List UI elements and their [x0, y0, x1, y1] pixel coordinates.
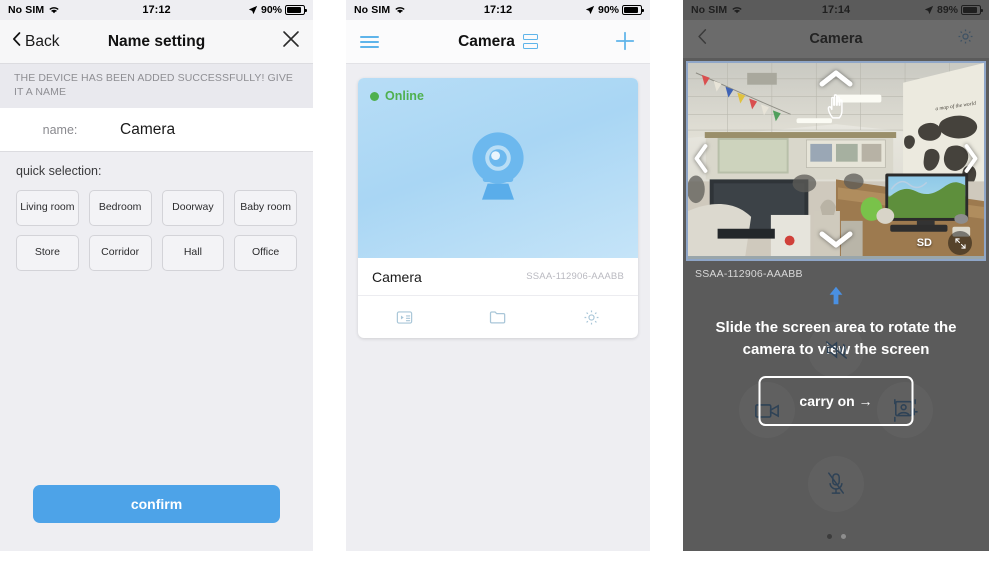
- location-arrow-icon: [248, 5, 258, 15]
- wifi-icon: [731, 5, 743, 15]
- location-arrow-icon: [924, 5, 934, 15]
- pan-up-button[interactable]: [819, 69, 853, 92]
- back-button[interactable]: [697, 29, 707, 49]
- quality-badge[interactable]: SD: [917, 237, 932, 249]
- folder-icon[interactable]: [451, 307, 544, 327]
- live-video-view[interactable]: a map of the world SD: [686, 61, 986, 261]
- close-icon[interactable]: [281, 29, 301, 54]
- device-uid-row: SSAA-112906-AAABB: [683, 261, 989, 287]
- camera-card-actions: [358, 296, 638, 338]
- quick-option-store[interactable]: Store: [16, 235, 79, 271]
- battery-percent-label: 89%: [936, 4, 958, 16]
- status-bar-right: 90%: [248, 4, 307, 16]
- page-title: Camera: [809, 31, 863, 47]
- quick-option-living-room[interactable]: Living room: [16, 190, 79, 226]
- chevron-up-icon: [819, 70, 853, 87]
- status-bar: No SIM 17:12 90%: [0, 0, 313, 20]
- navigation-bar: Camera: [346, 20, 650, 64]
- quick-selection-grid: Living room Bedroom Doorway Baby room St…: [16, 190, 297, 271]
- quick-option-hall[interactable]: Hall: [161, 235, 225, 271]
- chevron-left-icon: [12, 32, 21, 51]
- navigation-bar: Camera: [683, 20, 989, 58]
- phone-screen-camera-list: No SIM 17:12 90% Camera Online Camera SS…: [346, 0, 650, 551]
- battery-percent-label: 90%: [260, 4, 282, 16]
- pan-left-button[interactable]: [693, 144, 709, 179]
- status-bar-right: 89%: [924, 4, 983, 16]
- battery-icon: [285, 5, 307, 15]
- camera-card-info: Camera SSAA-112906-AAABB: [358, 258, 638, 296]
- phone-screen-name-setting: No SIM 17:12 90% Back Name setting THE D…: [0, 0, 313, 551]
- hand-pointer-icon: [825, 91, 847, 126]
- name-input[interactable]: Camera: [120, 121, 175, 139]
- confirm-button-area: confirm: [0, 485, 313, 523]
- playback-list-icon[interactable]: [358, 308, 451, 327]
- status-bar: No SIM 17:12 90%: [346, 0, 650, 20]
- quick-option-corridor[interactable]: Corridor: [88, 235, 152, 271]
- page-indicator: [683, 534, 989, 539]
- wifi-icon: [394, 5, 406, 15]
- name-input-row[interactable]: name: Camera: [0, 108, 313, 152]
- back-label: Back: [25, 32, 60, 50]
- back-button[interactable]: Back: [12, 32, 59, 51]
- tutorial-arrow-icon: [683, 285, 989, 311]
- page-title: Camera: [458, 32, 515, 50]
- wifi-icon: [48, 5, 60, 15]
- phone-screen-live-view: No SIM 17:14 89% Camera a map of the wor…: [683, 0, 989, 551]
- status-bar-right: 90%: [585, 4, 644, 16]
- camera-card[interactable]: Online Camera SSAA-112906-AAABB: [358, 78, 638, 338]
- name-label: name:: [42, 122, 78, 137]
- camera-uid: SSAA-112906-AAABB: [526, 271, 624, 282]
- camera-device-icon: [462, 126, 534, 211]
- chevron-down-icon: [819, 231, 853, 248]
- camera-name: Camera: [372, 268, 422, 285]
- title-group: Camera: [346, 33, 650, 51]
- plus-icon[interactable]: [614, 30, 636, 53]
- carrier-label: No SIM: [691, 4, 728, 16]
- confirm-button[interactable]: confirm: [33, 485, 280, 523]
- status-dot-icon: [370, 91, 379, 101]
- hamburger-menu-icon[interactable]: [360, 35, 379, 48]
- status-bar-left: No SIM: [354, 4, 406, 16]
- battery-icon: [961, 5, 983, 15]
- carrier-label: No SIM: [8, 4, 45, 16]
- status-bar-left: No SIM: [8, 4, 60, 16]
- battery-icon: [622, 5, 644, 15]
- device-uid: SSAA-112906-AAABB: [695, 268, 803, 280]
- list-grid-toggle-icon[interactable]: [522, 34, 538, 49]
- pan-right-button[interactable]: [963, 144, 979, 179]
- quick-option-office[interactable]: Office: [234, 235, 297, 271]
- quick-option-doorway[interactable]: Doorway: [161, 190, 225, 226]
- microphone-mute-icon[interactable]: [808, 456, 864, 512]
- chevron-left-icon: [698, 29, 707, 44]
- location-arrow-icon: [585, 5, 595, 15]
- battery-percent-label: 90%: [597, 4, 619, 16]
- page-dot-1[interactable]: [826, 534, 832, 539]
- gear-icon[interactable]: [956, 27, 975, 51]
- quick-selection-section: quick selection: Living room Bedroom Doo…: [0, 152, 313, 271]
- gear-icon[interactable]: [545, 308, 638, 327]
- quick-option-bedroom[interactable]: Bedroom: [88, 190, 152, 226]
- camera-preview[interactable]: Online: [358, 78, 638, 258]
- navigation-bar: Back Name setting: [0, 20, 313, 64]
- status-badge: Online: [370, 89, 424, 103]
- quick-selection-title: quick selection:: [16, 164, 102, 178]
- status-bar: No SIM 17:14 89%: [683, 0, 989, 20]
- chevron-left-icon: [694, 144, 708, 173]
- page-dot-2[interactable]: [840, 534, 846, 539]
- pan-down-button[interactable]: [819, 230, 853, 253]
- carrier-label: No SIM: [354, 4, 391, 16]
- status-bar-left: No SIM: [691, 4, 743, 16]
- screenshot-root: No SIM 17:12 90% Back Name setting THE D…: [0, 0, 1000, 563]
- quick-option-baby-room[interactable]: Baby room: [234, 190, 297, 226]
- speaker-mute-icon[interactable]: [808, 322, 864, 378]
- success-hint-text: THE DEVICE HAS BEEN ADDED SUCCESSFULLY! …: [0, 64, 313, 108]
- fullscreen-icon[interactable]: [948, 231, 972, 255]
- status-label: Online: [385, 89, 424, 103]
- chevron-right-icon: [964, 144, 978, 173]
- carry-on-button[interactable]: carry on →: [758, 376, 914, 426]
